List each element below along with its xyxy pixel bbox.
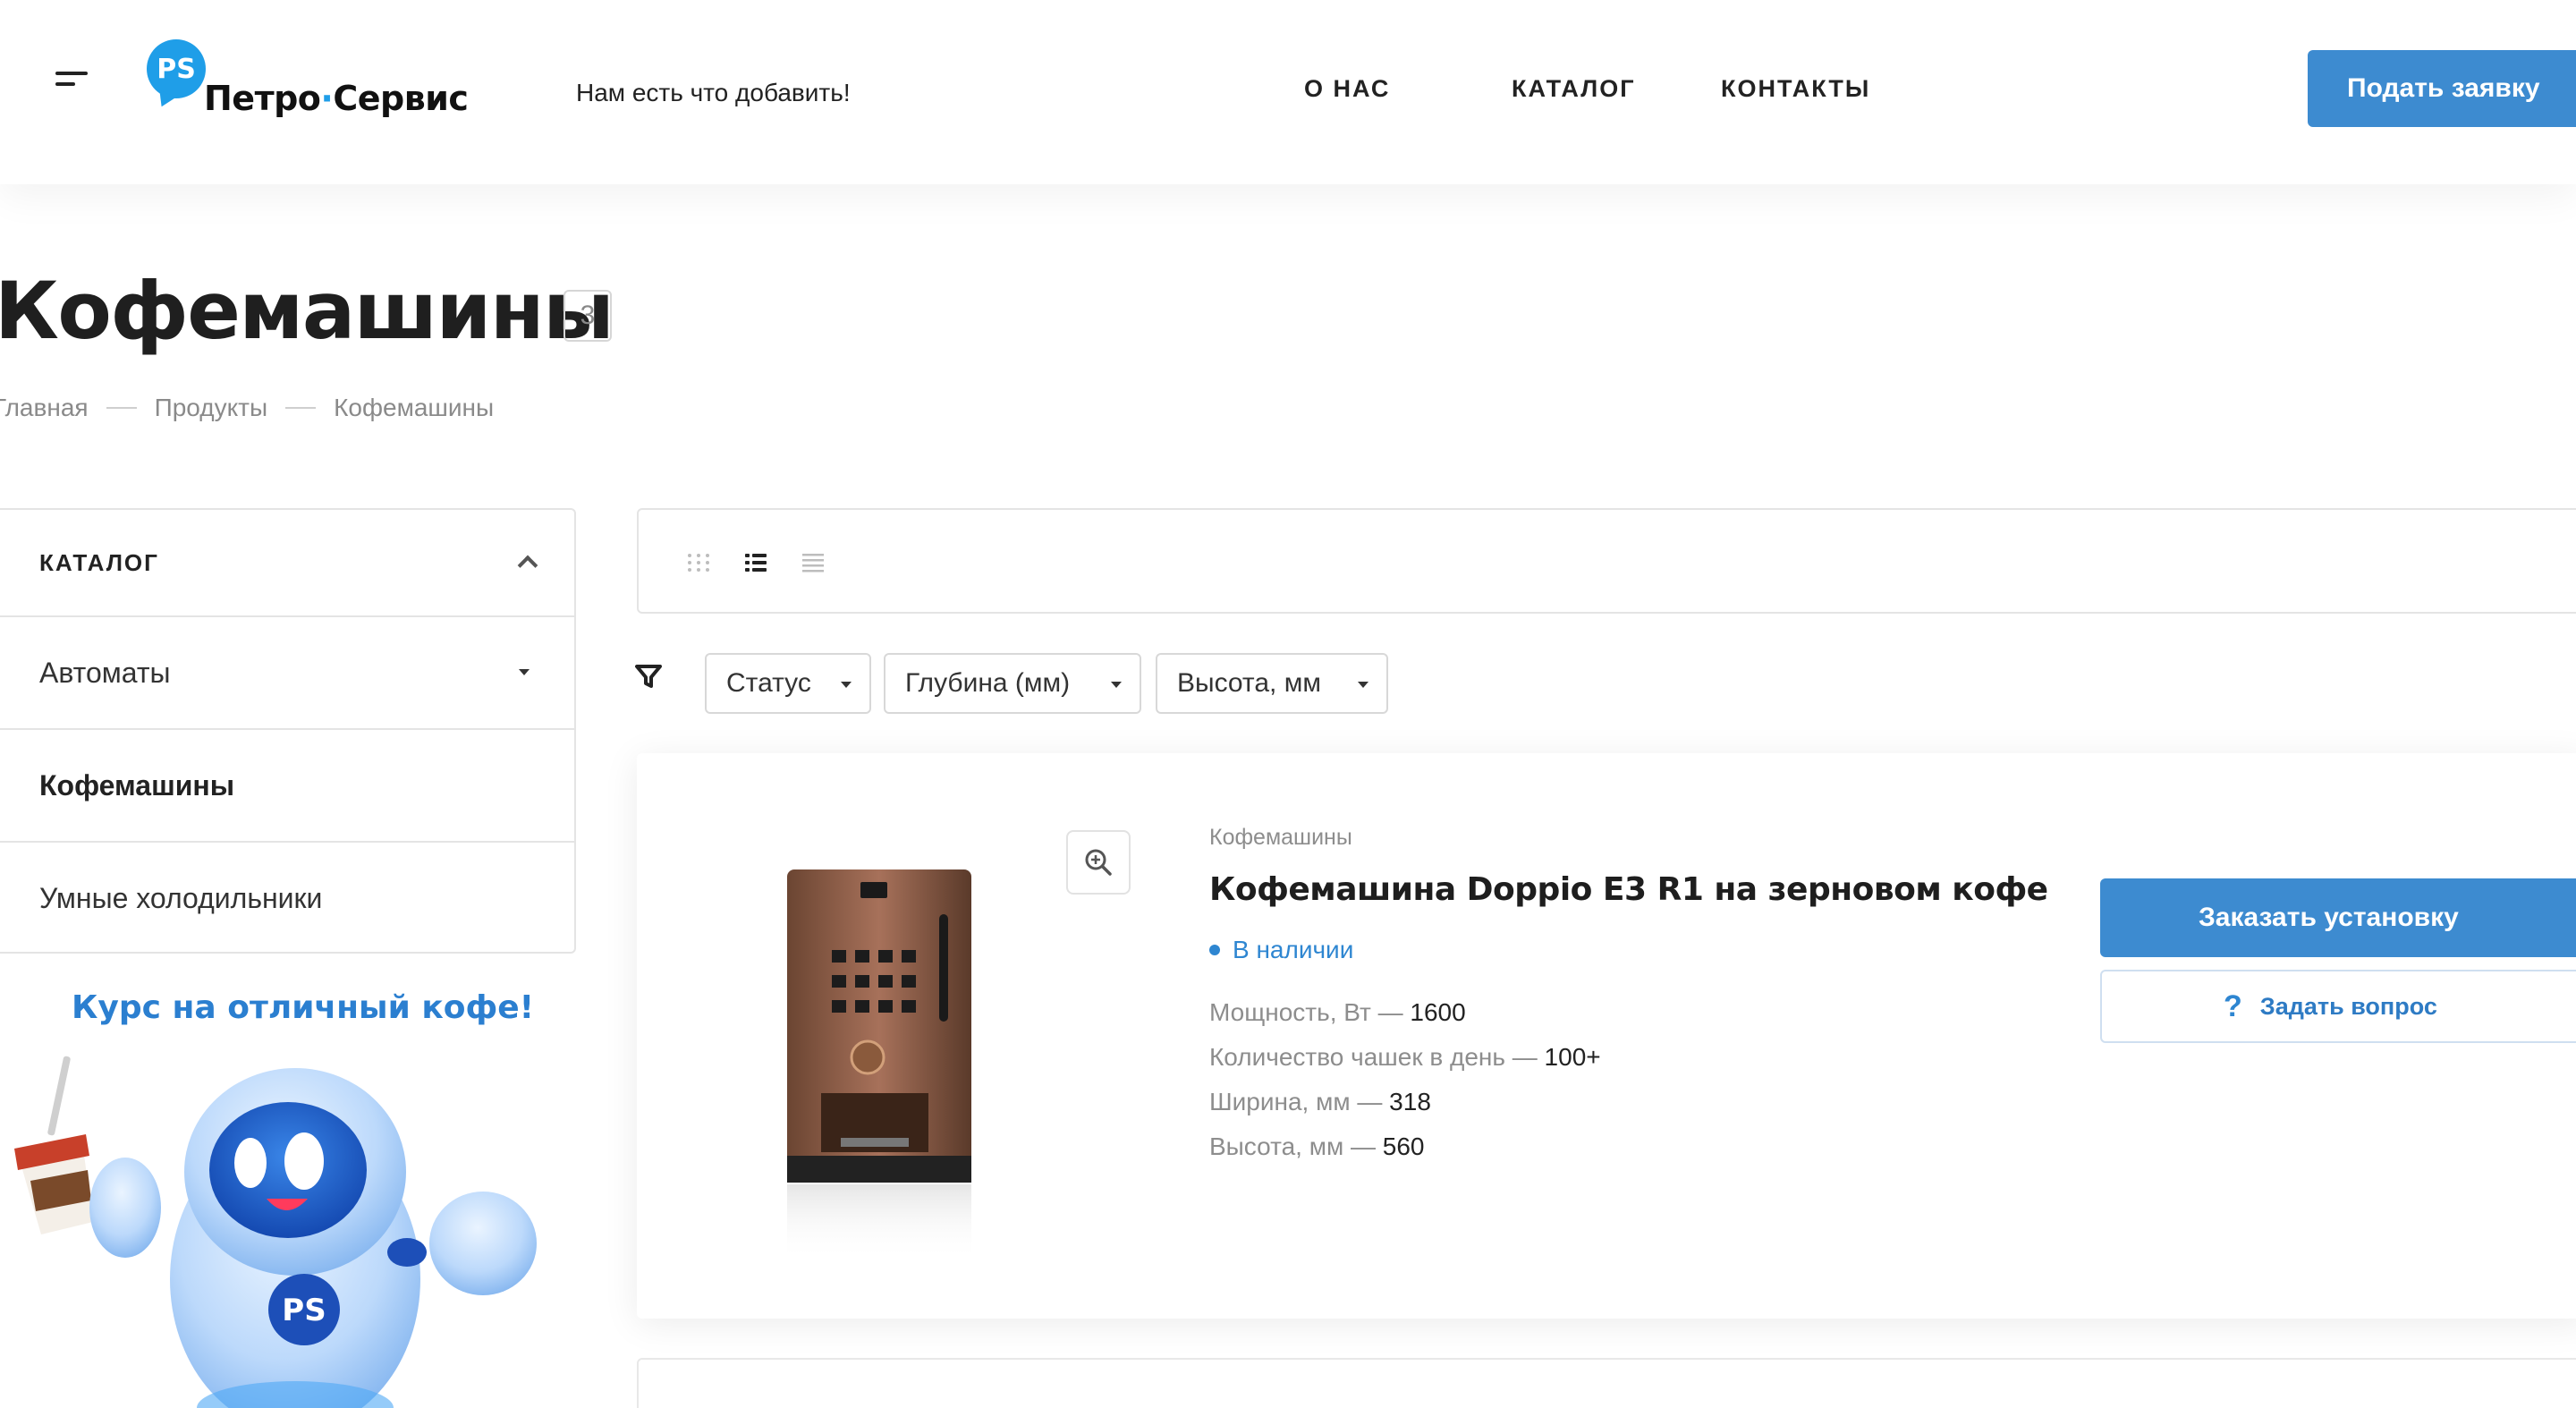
view-switcher-panel bbox=[637, 508, 2576, 614]
spec-cups-per-day: Количество чашек в день — 100+ bbox=[1209, 1043, 1601, 1071]
filter-height-dropdown[interactable]: Высота, мм bbox=[1156, 653, 1388, 714]
product-card-next bbox=[637, 1358, 2576, 1408]
breadcrumb: Главная Продукты Кофемашины bbox=[0, 394, 494, 422]
breadcrumb-home[interactable]: Главная bbox=[0, 394, 89, 422]
site-header: PS Петро·Сервис Нам есть что добавить! О… bbox=[0, 0, 2576, 184]
logo-ps-mark: PS bbox=[147, 39, 206, 98]
spec-power: Мощность, Вт — 1600 bbox=[1209, 998, 1466, 1026]
logo-text: Петро·Сервис bbox=[204, 79, 469, 118]
logo[interactable]: PS Петро·Сервис bbox=[147, 36, 469, 125]
spec-height: Высота, мм — 560 bbox=[1209, 1132, 1425, 1160]
sidebar-catalog-header[interactable]: КАТАЛОГ bbox=[0, 510, 574, 617]
nav-contacts[interactable]: КОНТАКТЫ bbox=[1721, 75, 1870, 103]
apply-button[interactable]: Подать заявку bbox=[2308, 50, 2576, 127]
caret-down-icon[interactable] bbox=[519, 669, 530, 675]
stock-label: В наличии bbox=[1233, 936, 1354, 963]
breadcrumb-current: Кофемашины bbox=[334, 394, 495, 421]
sidebar-catalog: КАТАЛОГ Автоматы Кофемашины Умные холоди… bbox=[0, 508, 576, 954]
sidebar-item-coffee-machines[interactable]: Кофемашины bbox=[0, 730, 574, 843]
grid-view-icon[interactable] bbox=[685, 549, 712, 576]
hamburger-menu-icon[interactable] bbox=[55, 72, 88, 88]
page-title: Кофемашины bbox=[0, 265, 614, 357]
spec-width: Ширина, мм — 318 bbox=[1209, 1088, 1431, 1115]
nav-about[interactable]: О НАС bbox=[1304, 75, 1390, 103]
filter-depth-dropdown[interactable]: Глубина (мм) bbox=[884, 653, 1141, 714]
breadcrumb-products[interactable]: Продукты bbox=[155, 394, 268, 422]
robot-mascot-illustration[interactable]: PS bbox=[0, 1056, 572, 1408]
question-icon: ? bbox=[2224, 988, 2242, 1023]
product-name[interactable]: Кофемашина Doppio E3 R1 на зерновом кофе bbox=[1209, 871, 2048, 908]
filter-label: Глубина (мм) bbox=[905, 668, 1071, 698]
sidebar-heading: КАТАЛОГ bbox=[39, 548, 159, 576]
robot-badge-text: PS bbox=[282, 1293, 326, 1328]
sidebar-item-label: Кофемашины bbox=[39, 768, 235, 802]
order-installation-button[interactable]: Заказать установку bbox=[2100, 878, 2576, 957]
product-image[interactable] bbox=[771, 869, 995, 1263]
product-card: Кофемашины Кофемашина Doppio E3 R1 на зе… bbox=[637, 753, 2576, 1319]
caret-down-icon bbox=[1358, 682, 1368, 688]
table-view-icon[interactable] bbox=[800, 549, 826, 576]
caret-down-icon bbox=[1111, 682, 1122, 688]
chevron-up-icon bbox=[517, 555, 538, 576]
filter-label: Высота, мм bbox=[1177, 668, 1321, 698]
filter-funnel-icon[interactable] bbox=[635, 664, 662, 689]
sidebar-item-smart-fridges[interactable]: Умные холодильники bbox=[0, 843, 574, 954]
sidebar-item-automaty[interactable]: Автоматы bbox=[0, 617, 574, 730]
promo-title[interactable]: Курс на отличный кофе! bbox=[72, 989, 534, 1026]
list-view-icon[interactable] bbox=[742, 549, 769, 576]
sidebar-item-label: Автоматы bbox=[39, 656, 171, 689]
caret-down-icon bbox=[841, 682, 852, 688]
filter-status-dropdown[interactable]: Статус bbox=[705, 653, 871, 714]
zoom-in-icon bbox=[1085, 849, 1112, 876]
breadcrumb-separator bbox=[285, 407, 317, 409]
stock-dot-icon bbox=[1209, 945, 1220, 955]
coffee-cup bbox=[14, 1056, 93, 1234]
breadcrumb-separator bbox=[106, 407, 137, 409]
product-category: Кофемашины bbox=[1209, 825, 1352, 850]
sidebar-item-label: Умные холодильники bbox=[39, 881, 323, 914]
zoom-button[interactable] bbox=[1066, 830, 1131, 895]
filter-label: Статус bbox=[726, 668, 811, 698]
ask-question-label: Задать вопрос bbox=[2259, 992, 2437, 1020]
nav-catalog[interactable]: КАТАЛОГ bbox=[1512, 75, 1636, 103]
product-count-badge: 3 bbox=[564, 290, 612, 342]
stock-status: В наличии bbox=[1209, 936, 1353, 964]
header-tagline: Нам есть что добавить! bbox=[576, 79, 851, 106]
ask-question-button[interactable]: ? Задать вопрос bbox=[2100, 970, 2576, 1043]
